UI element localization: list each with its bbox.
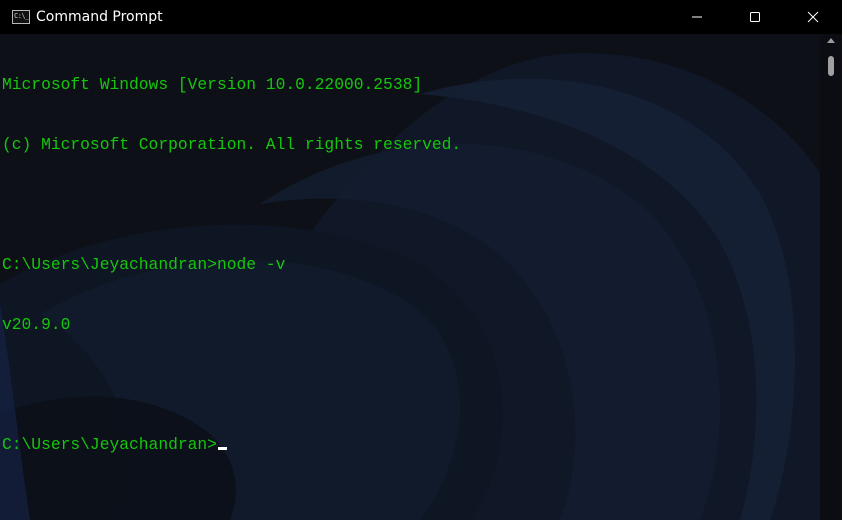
minimize-icon xyxy=(692,16,702,18)
maximize-icon xyxy=(750,12,760,22)
prompt-text: C:\Users\Jeyachandran> xyxy=(2,435,217,454)
window-controls xyxy=(668,0,842,34)
vertical-scrollbar[interactable] xyxy=(820,34,842,520)
prompt-line[interactable]: C:\Users\Jeyachandran> xyxy=(2,435,818,455)
console-line: (c) Microsoft Corporation. All rights re… xyxy=(2,135,462,154)
maximize-button[interactable] xyxy=(726,0,784,34)
minimize-button[interactable] xyxy=(668,0,726,34)
console-line: Microsoft Windows [Version 10.0.22000.25… xyxy=(2,75,423,94)
command-prompt-window: C:\_ Command Prompt Microsoft Windows [V… xyxy=(0,0,842,520)
app-icon-text: C:\_ xyxy=(14,12,29,20)
close-button[interactable] xyxy=(784,0,842,34)
text-cursor xyxy=(217,447,227,450)
scrollbar-thumb[interactable] xyxy=(828,56,834,76)
console-output[interactable]: Microsoft Windows [Version 10.0.22000.25… xyxy=(2,35,818,519)
window-title: Command Prompt xyxy=(36,9,163,25)
title-bar[interactable]: C:\_ Command Prompt xyxy=(0,0,842,34)
console-line: C:\Users\Jeyachandran>node -v xyxy=(2,255,286,274)
console-line: v20.9.0 xyxy=(2,315,71,334)
scroll-up-arrow-icon[interactable] xyxy=(827,38,835,43)
close-icon xyxy=(807,11,819,23)
cmd-app-icon: C:\_ xyxy=(12,10,30,24)
